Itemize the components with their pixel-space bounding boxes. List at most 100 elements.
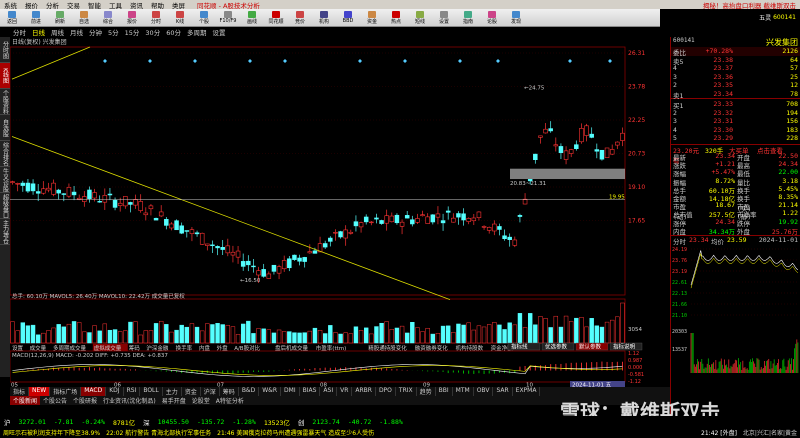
kline-chart[interactable]: 日线(复权) 兴发集团 26.31 23.78 22.25 20.73 19.10 17.6…	[9, 37, 670, 389]
news-tab-0[interactable]: 个股新闻	[10, 396, 41, 405]
chart-area[interactable]: 日线(复权) 兴发集团 26.31 23.78 22.25 20.73 19.10 17.6…	[9, 37, 670, 389]
news-tab-6[interactable]: A特征分析	[213, 396, 247, 405]
ask-row[interactable]: 2 23.35 12	[671, 81, 800, 90]
status-right[interactable]: 北京|兴汇|名家|黄金	[740, 428, 800, 437]
mid-tab-1[interactable]: 成交量	[30, 344, 47, 352]
toolbar-button-13[interactable]: 机构	[312, 10, 336, 26]
toolbar-button-15[interactable]: 资金	[360, 10, 384, 26]
mid-tab-0[interactable]: 设置	[12, 344, 24, 352]
status-left[interactable]: 周旺示石被利润支持年下降至38.9%	[0, 428, 103, 437]
indicator-tab-6[interactable]: BOLL	[140, 387, 163, 396]
mid-tab-9[interactable]: A/B股对比	[234, 344, 260, 352]
toolbar-button-11[interactable]: 同花顺	[264, 10, 288, 26]
indicator-tab-11[interactable]: B&D	[239, 387, 260, 396]
toolbar-button-7[interactable]: K线	[168, 10, 192, 26]
indicator-tab-22[interactable]: MTM	[453, 387, 474, 396]
period-tab-0[interactable]: 分时	[10, 27, 29, 37]
toolbar-button-0[interactable]: 返回	[0, 10, 24, 26]
news-tab-2[interactable]: 个股研报	[70, 396, 100, 405]
period-tab-5[interactable]: 5分	[105, 27, 122, 37]
toolbar-button-14[interactable]: BBD	[336, 10, 360, 26]
toolbar-button-17[interactable]: 短线	[408, 10, 432, 26]
left-tab-3[interactable]: 自选股	[0, 115, 10, 141]
toolbar-button-18[interactable]: 设置	[432, 10, 456, 26]
period-tab-1[interactable]: 日线	[29, 27, 48, 37]
left-tab-5[interactable]: 牛叉诊股	[0, 167, 10, 193]
mid-tab-6[interactable]: 换手率	[176, 344, 193, 352]
status-mid2[interactable]: 21:46 美国俄克拉荷马州遭遇强雷暴天气 造成至少6人受伤	[214, 428, 377, 437]
indicator-tab-20[interactable]: 趋势	[417, 387, 436, 396]
news-tab-1[interactable]: 个股公告	[40, 396, 70, 405]
indicator-tab-14[interactable]: BIAS	[300, 387, 321, 396]
period-tab-9[interactable]: 多周期	[184, 27, 210, 37]
toolbar-button-4[interactable]: 综合	[96, 10, 120, 26]
mid-tab-3[interactable]: 虚拟成交量	[94, 344, 122, 352]
period-tab-4[interactable]: 分钟	[86, 27, 105, 37]
news-tab-5[interactable]: 论股堂	[189, 396, 213, 405]
indicator-tab-16[interactable]: VR	[337, 387, 353, 396]
period-tab-3[interactable]: 月线	[67, 27, 86, 37]
toolbar-button-8[interactable]: 个股	[192, 10, 216, 26]
indicator-tab-1[interactable]: NEW	[29, 387, 51, 396]
ask-row[interactable]: 卖1 23.34 78	[671, 90, 800, 100]
left-tab-1[interactable]: K线图	[0, 63, 10, 89]
ask-row[interactable]: 卖5 23.38 64	[671, 56, 800, 66]
indicator-tab-9[interactable]: 沪深	[201, 387, 220, 396]
indicator-tab-15[interactable]: ASI	[320, 387, 338, 396]
indicator-tab-8[interactable]: 资金	[182, 387, 201, 396]
period-tab-7[interactable]: 30分	[142, 27, 163, 37]
left-tab-4[interactable]: 综合排名	[0, 141, 10, 167]
indicator-tab-10[interactable]: 筹码	[220, 387, 239, 396]
period-tab-10[interactable]: 设置	[209, 27, 228, 37]
toolbar-button-3[interactable]: 自选	[72, 10, 96, 26]
indicator-tab-3[interactable]: MACD	[81, 387, 107, 396]
toolbar-button-2[interactable]: 刷新	[48, 10, 72, 26]
indicator-tab-24[interactable]: SAR	[493, 387, 513, 396]
toolbar-button-19[interactable]: 指南	[456, 10, 480, 26]
big-order-link[interactable]: 点击查看	[757, 145, 783, 155]
indicator-tab-13[interactable]: DMI	[281, 387, 300, 396]
toolbar-button-10[interactable]: 画线	[240, 10, 264, 26]
status-mid1[interactable]: 22:02 航行警告 青海北部执行军事任务	[103, 428, 214, 437]
indicator-tab-21[interactable]: BBI	[436, 387, 453, 396]
toolbar-button-16[interactable]: 热点	[384, 10, 408, 26]
mid-tab-8[interactable]: 外盘	[217, 344, 229, 352]
ask-row[interactable]: 4 23.37 57	[671, 64, 800, 73]
indicator-tab-25[interactable]: EXPMA	[513, 387, 541, 396]
toolbar-button-20[interactable]: 论股	[480, 10, 504, 26]
left-tab-0[interactable]: 分时图	[0, 37, 10, 63]
mid-tab-4[interactable]: 筹码	[129, 344, 141, 352]
toolbar-button-21[interactable]: 发现	[504, 10, 528, 26]
indicator-tab-4[interactable]: KDJ	[106, 387, 124, 396]
indicator-tab-0[interactable]: 指标	[10, 387, 30, 396]
bid-row[interactable]: 5 23.29 228	[671, 134, 800, 143]
indicator-tab-2[interactable]: 指标广场	[50, 387, 82, 396]
bid-row[interactable]: 2 23.32 194	[671, 109, 800, 118]
mid-tab-5[interactable]: 沪深金融	[146, 344, 169, 352]
mid-tab-10[interactable]: 盘后机成交量	[275, 344, 309, 352]
ask-row[interactable]: 3 23.36 25	[671, 73, 800, 82]
toolbar-button-12[interactable]: 竞价	[288, 10, 312, 26]
mid-tab-12[interactable]: 精股通持股变化	[368, 344, 407, 352]
bid-row[interactable]: 3 23.31 156	[671, 117, 800, 126]
bid-row[interactable]: 4 23.30 183	[671, 126, 800, 135]
indicator-tab-7[interactable]: 主力	[163, 387, 182, 396]
indicator-tab-5[interactable]: RSI	[124, 387, 141, 396]
mid-tab-13[interactable]: 融资融券变化	[415, 344, 449, 352]
mid-tab-11[interactable]: 市盈率(ttm)	[316, 344, 346, 352]
period-tab-6[interactable]: 15分	[122, 27, 143, 37]
indicator-tab-12[interactable]: W&R	[259, 387, 282, 396]
toolbar-button-5[interactable]: 报价	[120, 10, 144, 26]
left-tab-6[interactable]: 超级盘口	[0, 193, 10, 219]
mid-tab-2[interactable]: 多周期成交量	[53, 344, 87, 352]
period-tab-8[interactable]: 60分	[163, 27, 184, 37]
big-order-row[interactable]: 23.20元有 320手 大买单 点击查看	[671, 143, 800, 165]
mid-tab-7[interactable]: 内盘	[199, 344, 211, 352]
left-tab-2[interactable]: 个股资料	[0, 89, 10, 115]
mid-tab-14[interactable]: 机构持股数	[456, 344, 484, 352]
intraday-mini-chart[interactable]: 24.19 23.76 23.19 22.61 22.13 21.66 21.10 20303…	[671, 243, 800, 378]
news-tab-3[interactable]: 行业资讯(沈化制品)	[100, 396, 159, 405]
toolbar-button-9[interactable]: F10/F9	[216, 10, 240, 26]
indicator-tab-19[interactable]: TRIX	[396, 387, 417, 396]
bid-row[interactable]: 买1 23.33 708	[671, 100, 800, 110]
